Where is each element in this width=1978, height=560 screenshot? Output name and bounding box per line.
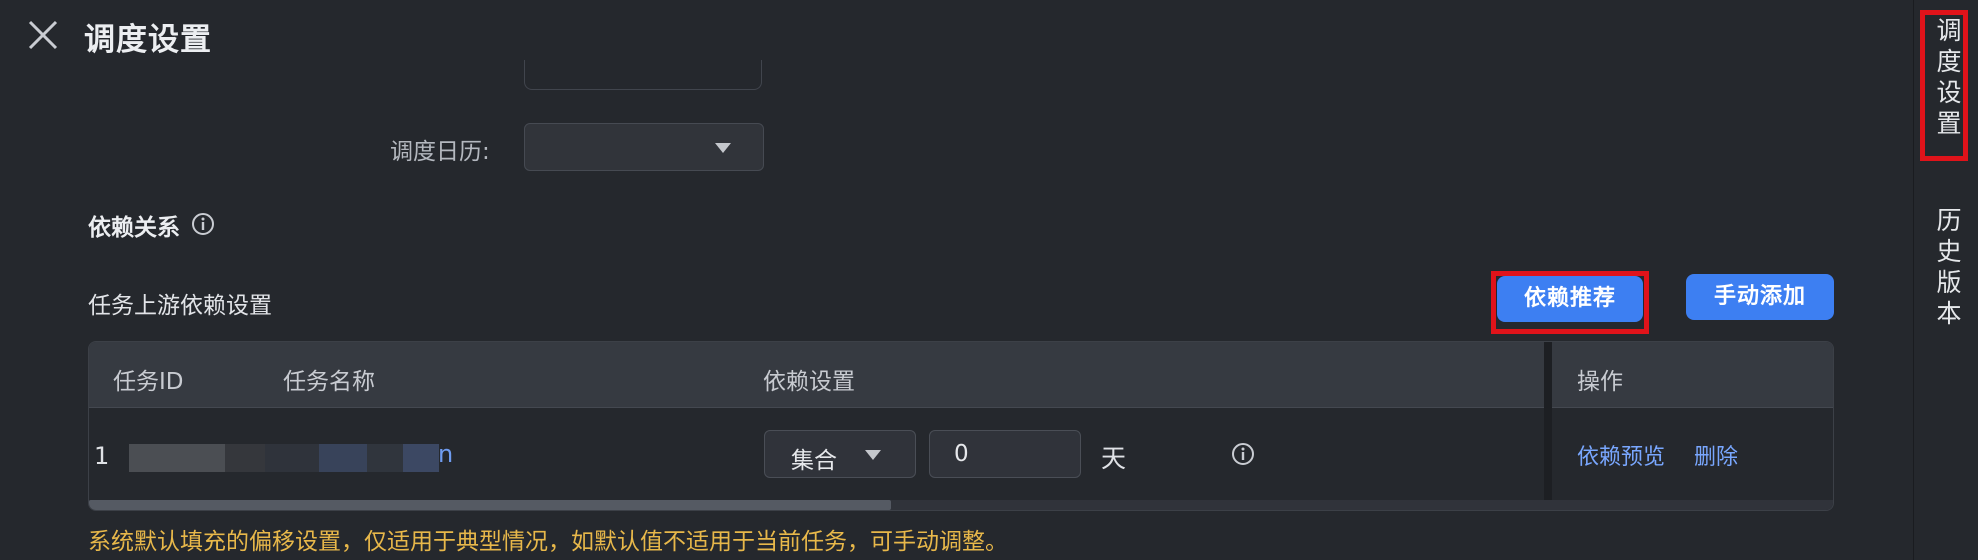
delete-link[interactable]: 删除 xyxy=(1694,439,1738,471)
table-header: 任务ID 任务名称 依赖设置 操作 xyxy=(89,342,1833,408)
offset-unit: 天 xyxy=(1101,444,1127,473)
horizontal-scrollbar[interactable] xyxy=(89,500,1833,510)
task-id-cell: 1 xyxy=(94,442,110,470)
close-icon[interactable] xyxy=(26,18,60,52)
info-icon[interactable] xyxy=(1231,442,1255,466)
chevron-down-icon xyxy=(865,450,881,460)
scrollbar-thumb[interactable] xyxy=(89,500,892,510)
dependency-table: 任务ID 任务名称 依赖设置 操作 1 n 集合 0 天 依赖预览 删除 xyxy=(88,341,1834,511)
dependency-preview-link[interactable]: 依赖预览 xyxy=(1577,439,1665,471)
redacted-block xyxy=(265,444,319,472)
side-divider xyxy=(1913,0,1914,560)
redacted-block xyxy=(367,444,403,472)
task-name-link[interactable]: n xyxy=(438,440,453,468)
column-header-dependency-settings: 依赖设置 xyxy=(763,369,855,395)
redacted-block xyxy=(129,444,225,472)
dependency-recommend-button[interactable]: 依赖推荐 xyxy=(1497,276,1643,322)
side-tab-history-versions[interactable]: 历史版本 xyxy=(1931,205,1967,329)
column-divider xyxy=(1544,342,1552,501)
schedule-calendar-select[interactable] xyxy=(524,123,764,171)
offset-warning-text: 系统默认填充的偏移设置，仅适用于典型情况，如默认值不适用于当前任务，可手动调整。 xyxy=(88,529,1008,555)
column-header-task-name: 任务名称 xyxy=(283,369,375,395)
dependency-section-title: 依赖关系 xyxy=(88,215,180,241)
column-header-actions: 操作 xyxy=(1577,369,1623,395)
chevron-down-icon xyxy=(715,143,731,153)
redacted-block xyxy=(403,444,439,472)
redacted-block xyxy=(225,444,265,472)
manual-add-button[interactable]: 手动添加 xyxy=(1686,274,1834,320)
schedule-calendar-label: 调度日历: xyxy=(390,139,490,165)
column-header-task-id: 任务ID xyxy=(113,369,184,395)
page-title: 调度设置 xyxy=(84,22,212,58)
schedule-settings-panel: 调度设置 调度日历: 依赖关系 任务上游依赖设置 依赖推荐 手动添加 任务ID … xyxy=(0,0,1978,560)
dependency-mode-value: 集合 xyxy=(791,448,837,474)
side-tab-schedule-settings[interactable]: 调度设置 xyxy=(1931,15,1967,139)
dependency-mode-select[interactable]: 集合 xyxy=(764,430,916,478)
info-icon[interactable] xyxy=(191,212,215,236)
upstream-dependency-title: 任务上游依赖设置 xyxy=(88,293,272,319)
clipped-field[interactable] xyxy=(524,60,762,90)
offset-input[interactable]: 0 xyxy=(929,430,1081,478)
redacted-block xyxy=(319,444,367,472)
